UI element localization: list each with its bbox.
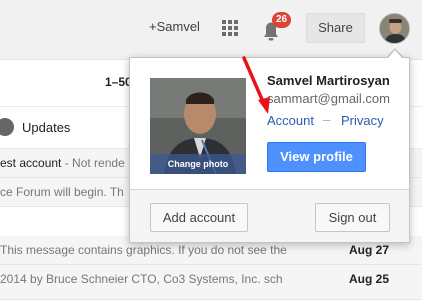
mail-date: Aug 25: [349, 272, 390, 286]
mail-preview: - Not rende: [61, 156, 125, 170]
account-name: Samvel Martirosyan: [267, 73, 390, 88]
share-button[interactable]: Share: [306, 13, 365, 43]
sign-out-button[interactable]: Sign out: [315, 203, 390, 232]
mail-row[interactable]: 2014 by Bruce Schneier CTO, Co3 Systems,…: [0, 265, 422, 300]
popup-caret-inner: [387, 50, 403, 59]
gmail-page: +Samvel 26 Share 1–50 Updates est accoun…: [0, 0, 422, 300]
privacy-link[interactable]: Privacy: [341, 113, 384, 128]
view-profile-button[interactable]: View profile: [267, 142, 366, 172]
page-range-label: 1–50: [105, 75, 132, 89]
account-popup: Change photo Samvel Martirosyan sammart@…: [129, 57, 410, 243]
avatar-photo: [380, 14, 409, 43]
account-link[interactable]: Account: [267, 113, 314, 128]
account-avatar-button[interactable]: [379, 13, 410, 44]
google-plus-profile-link[interactable]: +Samvel: [149, 19, 200, 34]
apps-grid-icon[interactable]: [222, 20, 239, 37]
add-account-button[interactable]: Add account: [150, 203, 248, 232]
updates-label: Updates: [22, 120, 71, 135]
change-photo-button[interactable]: Change photo: [150, 154, 246, 174]
mail-snippet: 2014 by Bruce Schneier CTO, Co3 Systems,…: [0, 272, 283, 286]
account-info-section: Change photo Samvel Martirosyan sammart@…: [130, 58, 409, 189]
account-actions-footer: Add account Sign out: [130, 189, 409, 242]
mail-subject: est account: [0, 156, 62, 170]
updates-icon: [0, 118, 14, 136]
account-email: sammart@gmail.com: [267, 91, 390, 106]
profile-photo[interactable]: Change photo: [150, 78, 246, 174]
notification-count-badge: 26: [272, 12, 292, 28]
link-separator: –: [323, 112, 331, 127]
top-bar: +Samvel 26 Share: [0, 0, 422, 60]
